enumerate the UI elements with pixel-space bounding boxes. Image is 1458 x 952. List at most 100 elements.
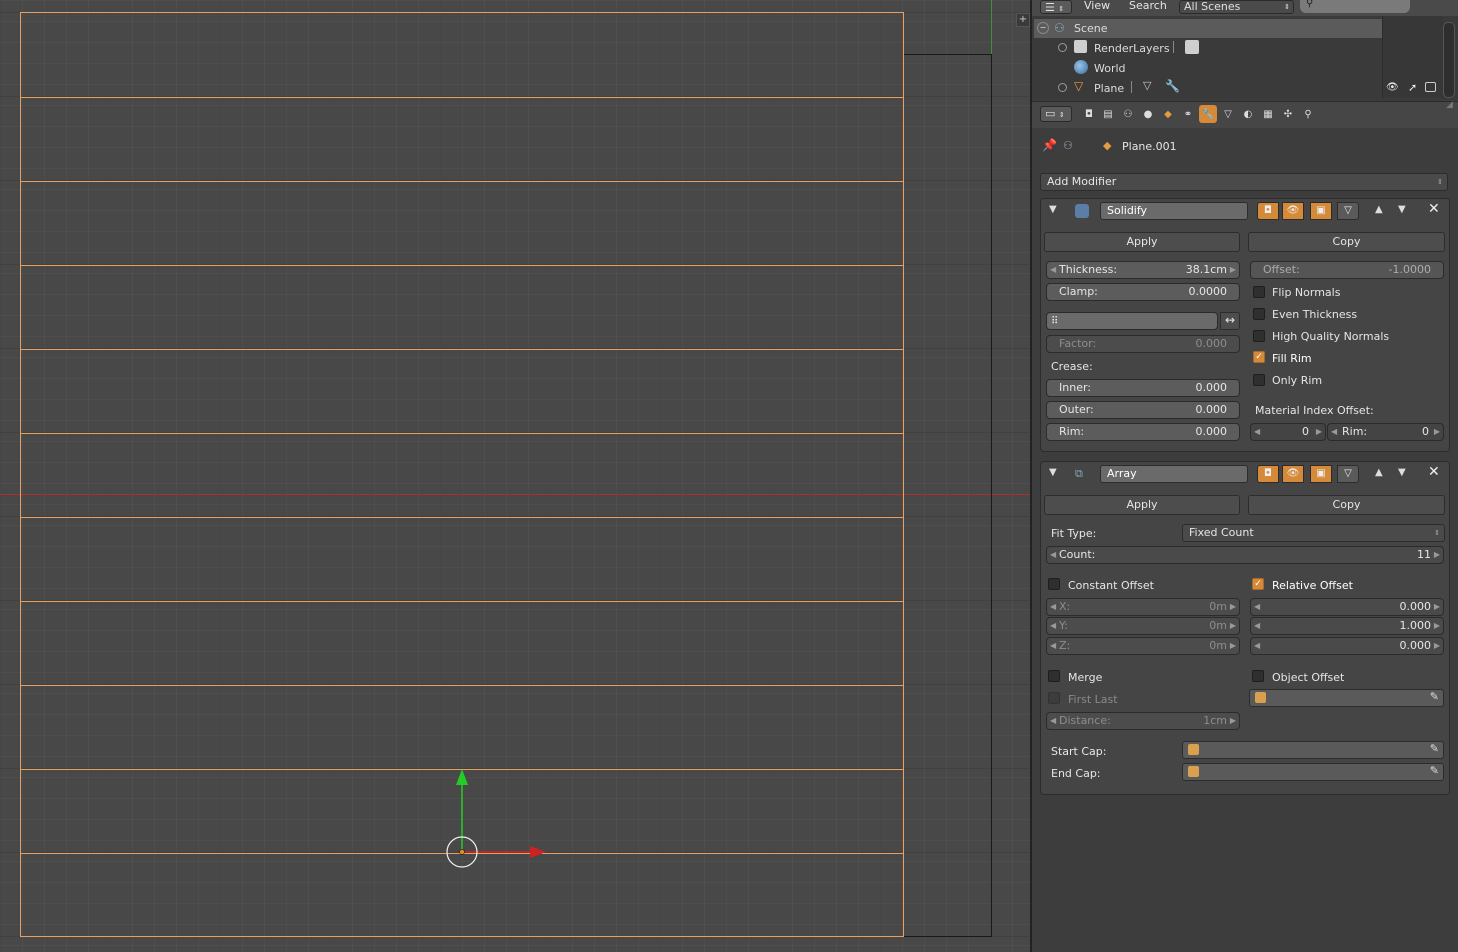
editor-type-button[interactable]: ☰ ⇕ xyxy=(1040,0,1072,14)
render-tab-icon[interactable]: ◘ xyxy=(1080,105,1098,123)
distance-field[interactable]: ◀ Distance: 1cm ▶ xyxy=(1046,712,1240,730)
rim-crease-field[interactable]: Rim: 0.000 xyxy=(1046,423,1240,441)
object-offset-checkbox[interactable] xyxy=(1252,670,1264,682)
increment-icon[interactable]: ▶ xyxy=(1230,618,1236,634)
offset-field[interactable]: Offset: -1.0000 xyxy=(1250,261,1444,279)
texture-tab-icon[interactable]: ▦ xyxy=(1259,105,1277,123)
vertex-group-field[interactable]: ⠿ xyxy=(1046,312,1218,330)
material-tab-icon[interactable]: ◐ xyxy=(1239,105,1257,123)
pin-icon[interactable]: 📌 xyxy=(1042,138,1057,152)
eyedropper-icon[interactable]: ✎ xyxy=(1430,690,1439,703)
decrement-icon[interactable]: ◀ xyxy=(1331,424,1337,440)
decrement-icon[interactable]: ◀ xyxy=(1050,547,1056,563)
relative-z-field[interactable]: ◀ 0.000 ▶ xyxy=(1250,637,1444,655)
expand-icon[interactable] xyxy=(1058,43,1067,52)
camera-render-icon[interactable] xyxy=(1425,82,1436,92)
count-field[interactable]: ◀ Count: 11 ▶ xyxy=(1046,546,1444,564)
constraints-tab-icon[interactable]: ⚭ xyxy=(1179,105,1197,123)
decrement-icon[interactable]: ◀ xyxy=(1050,618,1056,634)
increment-icon[interactable]: ▶ xyxy=(1434,424,1440,440)
array-apply-button[interactable]: Apply xyxy=(1044,495,1240,515)
invert-arrows-icon[interactable]: ↔ xyxy=(1220,312,1240,330)
increment-icon[interactable]: ▶ xyxy=(1230,599,1236,615)
scene-filter-dropdown[interactable]: All Scenes ⇕ xyxy=(1179,0,1294,14)
close-icon[interactable]: ✕ xyxy=(1428,464,1440,480)
constant-y-field[interactable]: ◀ Y: 0m ▶ xyxy=(1046,617,1240,635)
solidify-copy-button[interactable]: Copy xyxy=(1248,232,1445,252)
move-down-icon[interactable]: ▼ xyxy=(1398,467,1406,478)
object-tab-icon[interactable]: ◆ xyxy=(1159,105,1177,123)
solidify-apply-button[interactable]: Apply xyxy=(1044,232,1240,252)
eyedropper-icon[interactable]: ✎ xyxy=(1430,742,1439,755)
high-quality-normals-checkbox[interactable] xyxy=(1253,330,1265,342)
add-modifier-dropdown[interactable]: Add Modifier ⇕ xyxy=(1040,173,1448,191)
outliner-row-world[interactable]: World xyxy=(1034,59,1382,78)
constant-x-field[interactable]: ◀ X: 0m ▶ xyxy=(1046,598,1240,616)
decrement-icon[interactable]: ◀ xyxy=(1254,424,1260,440)
array-copy-button[interactable]: Copy xyxy=(1248,495,1445,515)
constant-z-field[interactable]: ◀ Z: 0m ▶ xyxy=(1046,637,1240,655)
material-rim-field[interactable]: ◀ Rim: 0 ▶ xyxy=(1327,423,1444,441)
render-toggle-icon[interactable]: ◘ xyxy=(1257,202,1279,220)
scene-tab-icon[interactable]: ⚇ xyxy=(1119,105,1137,123)
relative-y-field[interactable]: ◀ 1.000 ▶ xyxy=(1250,617,1444,635)
offset-object-field[interactable]: ✎ xyxy=(1249,689,1444,707)
world-tab-icon[interactable]: ● xyxy=(1139,105,1157,123)
outliner-search-input[interactable]: ⚲ xyxy=(1300,0,1410,13)
solidify-name-field[interactable]: Solidify xyxy=(1100,202,1248,220)
3d-viewport[interactable]: + xyxy=(0,0,1030,952)
data-tab-icon[interactable]: ▽ xyxy=(1219,105,1237,123)
increment-icon[interactable]: ▶ xyxy=(1230,638,1236,654)
material-offset-field[interactable]: ◀ 0 ▶ xyxy=(1250,423,1326,441)
mesh-data-icon[interactable]: ▽ xyxy=(1143,79,1151,92)
thickness-field[interactable]: ◀ Thickness: 38.1cm ▶ xyxy=(1046,261,1240,279)
collapse-icon[interactable]: − xyxy=(1037,22,1049,34)
increment-icon[interactable]: ▶ xyxy=(1316,424,1322,440)
cage-toggle-icon[interactable]: ▽ xyxy=(1337,465,1359,483)
flip-normals-checkbox[interactable] xyxy=(1253,286,1265,298)
decrement-icon[interactable]: ◀ xyxy=(1050,262,1056,278)
decrement-icon[interactable]: ◀ xyxy=(1254,599,1260,615)
even-thickness-checkbox[interactable] xyxy=(1253,308,1265,320)
modifiers-tab-icon[interactable]: 🔧 xyxy=(1199,105,1217,123)
move-up-icon[interactable]: ▲ xyxy=(1375,204,1383,215)
outer-field[interactable]: Outer: 0.000 xyxy=(1046,401,1240,419)
factor-field[interactable]: Factor: 0.000 xyxy=(1046,335,1240,353)
render-layers-tab-icon[interactable]: ▤ xyxy=(1099,105,1117,123)
fit-type-dropdown[interactable]: Fixed Count ⇕ xyxy=(1182,524,1445,542)
outliner-row-plane[interactable]: ▽ Plane ▽ 🔧 xyxy=(1034,79,1382,98)
eye-icon[interactable]: 👁 xyxy=(1386,82,1399,93)
cage-toggle-icon[interactable]: ▽ xyxy=(1337,202,1359,220)
clamp-field[interactable]: Clamp: 0.0000 xyxy=(1046,283,1240,301)
merge-checkbox[interactable] xyxy=(1048,670,1060,682)
decrement-icon[interactable]: ◀ xyxy=(1254,638,1260,654)
area-split-icon[interactable]: + xyxy=(1016,13,1030,27)
render-layer-icon[interactable] xyxy=(1185,40,1199,54)
decrement-icon[interactable]: ◀ xyxy=(1050,599,1056,615)
increment-icon[interactable]: ▶ xyxy=(1434,638,1440,654)
increment-icon[interactable]: ▶ xyxy=(1230,262,1236,278)
constant-offset-checkbox[interactable] xyxy=(1048,578,1060,590)
relative-offset-checkbox[interactable]: ✓ xyxy=(1252,578,1264,590)
render-toggle-icon[interactable]: ◘ xyxy=(1257,465,1279,483)
collapse-triangle-icon[interactable]: ▼ xyxy=(1049,204,1057,215)
increment-icon[interactable]: ▶ xyxy=(1434,547,1440,563)
decrement-icon[interactable]: ◀ xyxy=(1254,618,1260,634)
start-cap-field[interactable]: ✎ xyxy=(1182,741,1444,759)
end-cap-field[interactable]: ✎ xyxy=(1182,763,1444,781)
editmode-toggle-icon[interactable]: ▣ xyxy=(1310,465,1332,483)
decrement-icon[interactable]: ◀ xyxy=(1050,713,1056,729)
collapse-triangle-icon[interactable]: ▼ xyxy=(1049,467,1057,478)
viewport-toggle-icon[interactable]: 👁 xyxy=(1282,465,1304,483)
move-down-icon[interactable]: ▼ xyxy=(1398,204,1406,215)
move-up-icon[interactable]: ▲ xyxy=(1375,467,1383,478)
menu-view[interactable]: View xyxy=(1084,0,1110,12)
increment-icon[interactable]: ▶ xyxy=(1434,618,1440,634)
outliner-row-scene[interactable]: − ⚇ Scene xyxy=(1034,19,1382,38)
inner-field[interactable]: Inner: 0.000 xyxy=(1046,379,1240,397)
increment-icon[interactable]: ▶ xyxy=(1230,713,1236,729)
wrench-icon[interactable]: 🔧 xyxy=(1165,79,1180,93)
decrement-icon[interactable]: ◀ xyxy=(1050,638,1056,654)
cursor-select-icon[interactable]: ➚ xyxy=(1408,81,1417,94)
relative-x-field[interactable]: ◀ 0.000 ▶ xyxy=(1250,598,1444,616)
